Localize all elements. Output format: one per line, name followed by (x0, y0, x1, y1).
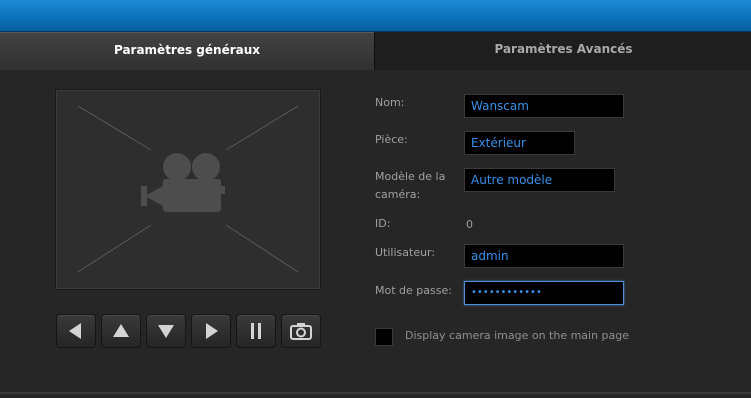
password-field[interactable]: •••••••••••• (464, 281, 624, 305)
tab-general-settings[interactable]: Paramètres généraux (0, 32, 374, 71)
video-camera-icon (141, 153, 225, 212)
preview-placeholder (77, 105, 299, 273)
room-label: Pièce: (375, 133, 408, 146)
camera-model-label-line1: Modèle de la (375, 170, 446, 183)
arrow-right-icon (206, 323, 218, 339)
id-label: ID: (375, 217, 391, 230)
arrow-down-icon (158, 325, 174, 338)
pause-icon (251, 323, 261, 339)
pan-right-button[interactable] (191, 314, 231, 348)
camera-preview (55, 89, 321, 290)
window-title-bar (0, 0, 751, 32)
camera-model-label-line2: caméra: (375, 188, 421, 201)
id-value: 0 (466, 218, 473, 231)
user-label: Utilisateur: (375, 246, 436, 259)
bottom-divider (0, 392, 751, 394)
snapshot-button[interactable] (281, 314, 321, 348)
username-field[interactable]: admin (464, 244, 624, 268)
main-page-image-checkbox-label: Display camera image on the main page (405, 329, 630, 342)
camera-model-label: Modèle de la caméra: (375, 168, 445, 204)
tab-advanced-settings[interactable]: Paramètres Avancés (374, 32, 751, 71)
main-page-image-checkbox[interactable] (375, 328, 393, 346)
pan-left-button[interactable] (56, 314, 96, 348)
arrow-left-icon (69, 323, 81, 339)
tilt-up-button[interactable] (101, 314, 141, 348)
arrow-up-icon (113, 324, 129, 337)
password-label: Mot de passe: (375, 284, 452, 297)
name-field[interactable]: Wanscam (464, 94, 624, 118)
camera-model-field[interactable]: Autre modèle (464, 168, 615, 192)
tilt-down-button[interactable] (146, 314, 186, 348)
tab-bar: Paramètres généraux Paramètres Avancés (0, 32, 751, 71)
pause-button[interactable] (236, 314, 276, 348)
name-label: Nom: (375, 96, 405, 109)
room-field[interactable]: Extérieur (464, 131, 575, 155)
camera-icon (290, 323, 312, 340)
